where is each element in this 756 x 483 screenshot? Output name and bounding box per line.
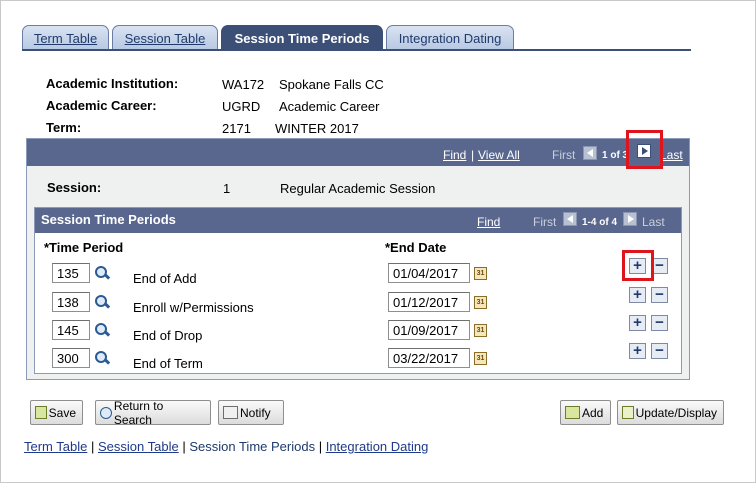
periods-last-label: Last [642,215,665,229]
tab-label: Term Table [33,30,98,46]
add-row-button[interactable]: + [629,343,646,359]
periods-row-count: 1-4 of 4 [582,217,618,228]
notify-label: Notify [240,405,271,420]
save-label: Save [48,405,76,420]
footer-link-term-table[interactable]: Term Table [24,439,87,454]
end-date-input[interactable] [388,263,470,283]
tab-integration-dating[interactable]: Integration Dating [386,25,514,50]
career-name: Academic Career [279,99,380,114]
tab-session-time-periods[interactable]: Session Time Periods [221,25,383,51]
session-code: 1 [223,181,231,196]
search-icon [100,406,112,419]
lookup-icon[interactable] [94,265,110,281]
return-to-search-button[interactable]: Return to Search [95,398,211,427]
time-period-input[interactable] [52,263,90,283]
calendar-icon[interactable]: 31 [474,267,487,280]
tab-label: Session Time Periods [234,31,370,46]
end-date-input[interactable] [388,320,470,340]
session-name: Regular Academic Session [280,181,436,196]
end-date-input[interactable] [388,292,470,312]
save-button[interactable]: Save [30,400,83,425]
view-all-link[interactable]: View All [478,148,520,162]
career-code: UGRD [222,99,261,114]
add-label: Add [582,405,604,420]
footer-separator: | [182,439,186,454]
institution-name: Spokane Falls CC [279,77,384,92]
periods-header-bar: Session Time Periods Find First 1-4 of 4… [35,208,681,233]
save-icon [35,406,47,419]
lookup-icon[interactable] [94,294,110,310]
periods-find-link[interactable]: Find [477,215,500,229]
session-label: Session: [47,180,102,195]
periods-next-arrow-icon [623,212,637,226]
periods-title: Session Time Periods [41,212,176,227]
footer-current-page: Session Time Periods [189,439,316,454]
tab-underline [22,49,691,51]
col-end-date: *End Date [385,240,447,255]
periods-first-label: First [533,215,557,229]
highlight-next-arrow [626,130,663,169]
periods-previous-arrow-icon [563,212,577,226]
institution-label: Academic Institution: [46,76,179,91]
calendar-icon[interactable]: 31 [474,352,487,365]
tab-label: Integration Dating [398,30,502,46]
lookup-icon[interactable] [94,350,110,366]
period-description: Enroll w/Permissions [133,300,254,315]
footer-nav: Term Table | Session Table | Session Tim… [24,439,428,454]
lookup-icon[interactable] [94,322,110,338]
add-icon [565,406,580,419]
time-period-input[interactable] [52,320,90,340]
session-nav-bar: Find | View All First 1 of 3 Last [27,139,689,166]
period-description: End of Drop [133,328,203,343]
period-description: End of Term [133,356,203,371]
col-time-period: *Time Period [44,240,124,255]
add-button[interactable]: Add [560,400,611,425]
previous-arrow-icon [583,146,597,160]
last-link[interactable]: Last [660,148,683,162]
update-label: Update/Display [635,405,717,420]
period-description: End of Add [133,271,197,286]
notify-icon [223,406,238,419]
update-icon [622,406,634,419]
term-name: WINTER 2017 [275,121,359,136]
tab-label: Session Table [124,30,206,46]
nav-separator: | [471,148,475,162]
find-link[interactable]: Find [443,148,466,162]
tab-term-table[interactable]: Term Table [22,25,109,50]
term-code: 2171 [222,121,251,136]
end-date-input[interactable] [388,348,470,368]
calendar-icon[interactable]: 31 [474,296,487,309]
notify-button[interactable]: Notify [218,400,284,425]
institution-code: WA172 [222,77,265,92]
first-label: First [552,148,576,162]
career-label: Academic Career: [46,98,157,113]
footer-separator: | [90,439,95,454]
highlight-add-row [622,250,654,281]
update-display-button[interactable]: Update/Display [617,400,724,425]
calendar-icon[interactable]: 31 [474,324,487,337]
delete-row-button[interactable]: − [651,287,668,303]
time-period-input[interactable] [52,292,90,312]
row-count: 1 of 3 [602,150,629,161]
delete-row-button[interactable]: − [651,343,668,359]
footer-link-session-table[interactable]: Session Table [98,439,179,454]
term-label: Term: [46,120,82,135]
session-time-periods-grid: Session Time Periods Find First 1-4 of 4… [34,207,682,374]
time-period-input[interactable] [52,348,90,368]
tab-session-table[interactable]: Session Table [112,25,218,50]
delete-row-button[interactable]: − [651,315,668,331]
footer-separator: | [318,439,323,454]
add-row-button[interactable]: + [629,287,646,303]
return-label: Return to Search [113,398,164,427]
footer-link-integration-dating[interactable]: Integration Dating [326,439,429,454]
add-row-button[interactable]: + [629,315,646,331]
